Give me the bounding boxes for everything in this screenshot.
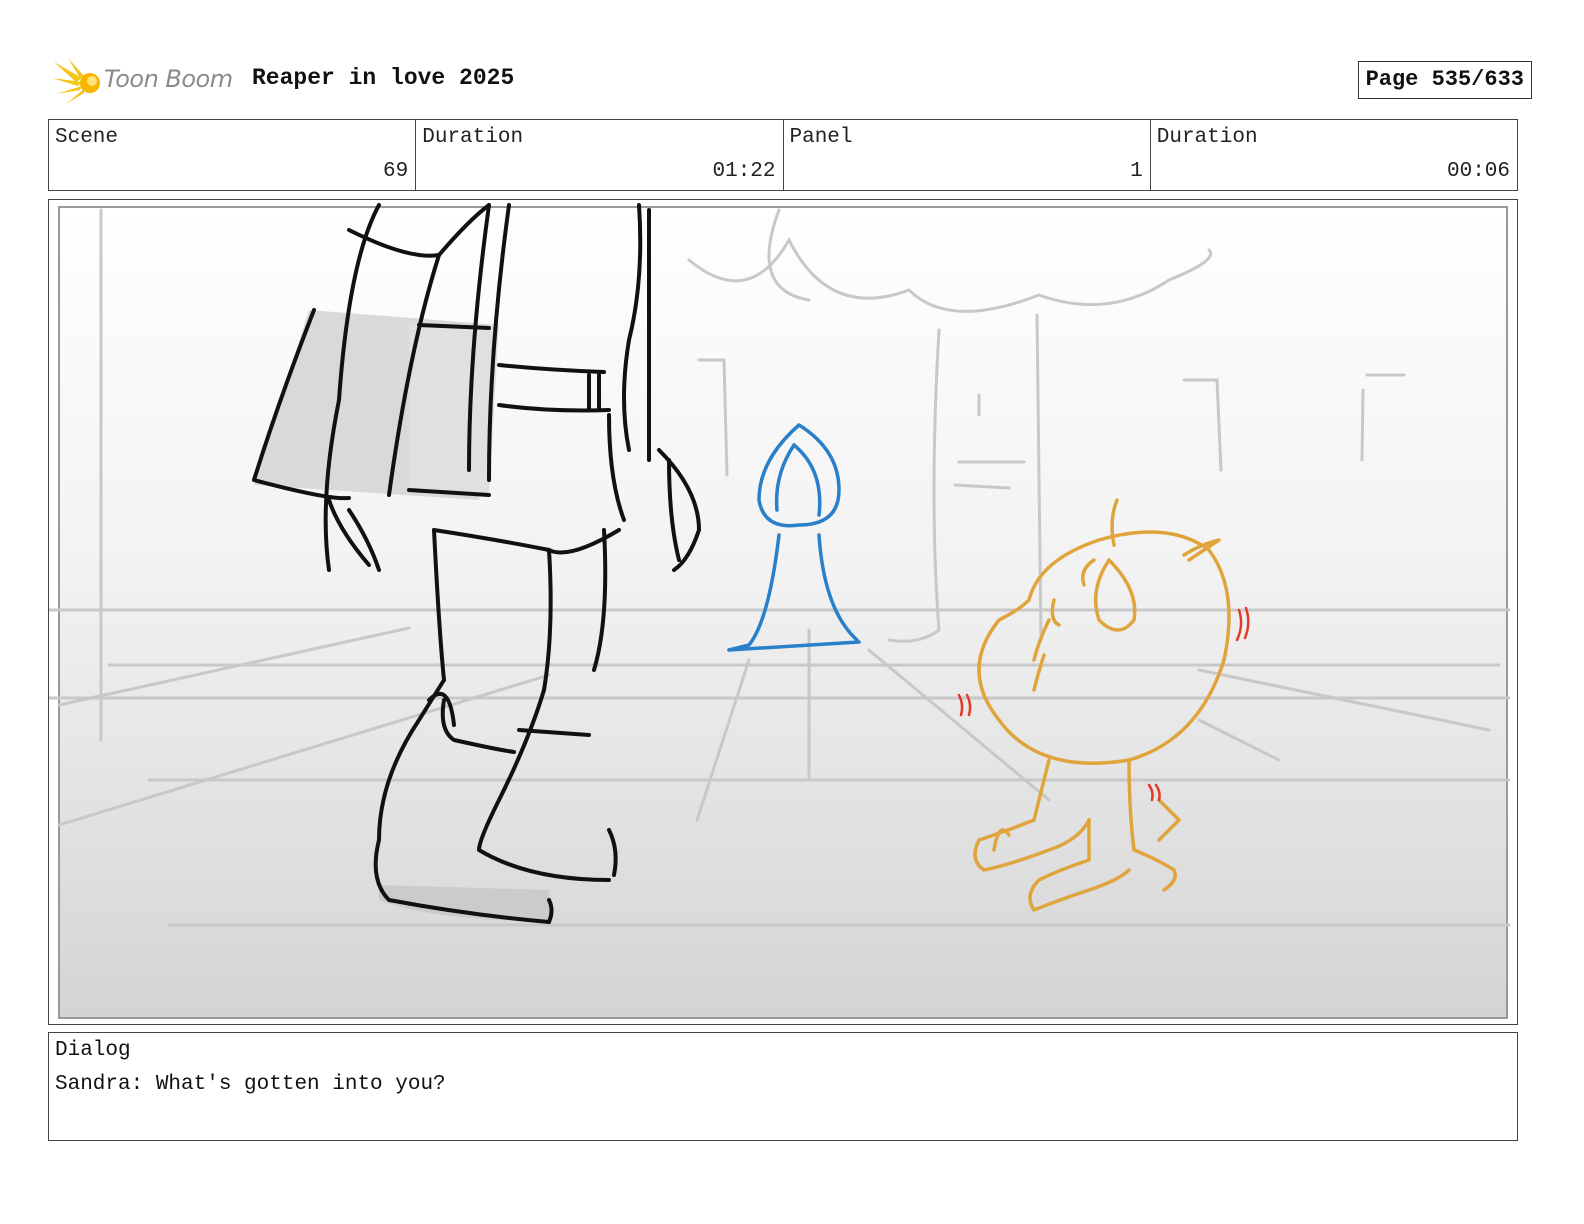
sun-burst-icon: [52, 58, 100, 104]
page-indicator: Page 535/633: [1357, 61, 1532, 99]
scene-label: Scene: [55, 126, 119, 149]
scene-value: 69: [383, 160, 409, 183]
toon-boom-logo: Toon Boom: [52, 56, 242, 108]
panel-background: [58, 206, 1508, 1019]
panel-duration-label: Duration: [1156, 126, 1258, 149]
dialog-box: Dialog Sandra: What's gotten into you?: [48, 1032, 1518, 1141]
panel-cell: Panel 1: [784, 120, 1151, 190]
page-header: Toon Boom Reaper in love 2025 Page 535/6…: [52, 54, 1532, 110]
panel-label: Panel: [789, 126, 853, 149]
scene-duration-label: Duration: [422, 126, 524, 149]
logo-text: Toon Boom: [104, 65, 233, 93]
scene-duration-cell: Duration 01:22: [416, 120, 784, 190]
panel-drawing: [49, 203, 1511, 1019]
scene-duration-value: 01:22: [712, 160, 776, 183]
dialog-text: Sandra: What's gotten into you?: [55, 1073, 446, 1096]
scene-info-table: Scene 69 Duration 01:22 Panel 1 Duration…: [48, 119, 1518, 191]
panel-duration-value: 00:06: [1446, 160, 1510, 183]
panel-value: 1: [1130, 160, 1143, 183]
panel-duration-cell: Duration 00:06: [1151, 120, 1517, 190]
storyboard-panel: [48, 199, 1518, 1025]
dialog-label: Dialog: [55, 1039, 131, 1062]
scene-cell: Scene 69: [49, 120, 417, 190]
project-title: Reaper in love 2025: [252, 65, 515, 91]
